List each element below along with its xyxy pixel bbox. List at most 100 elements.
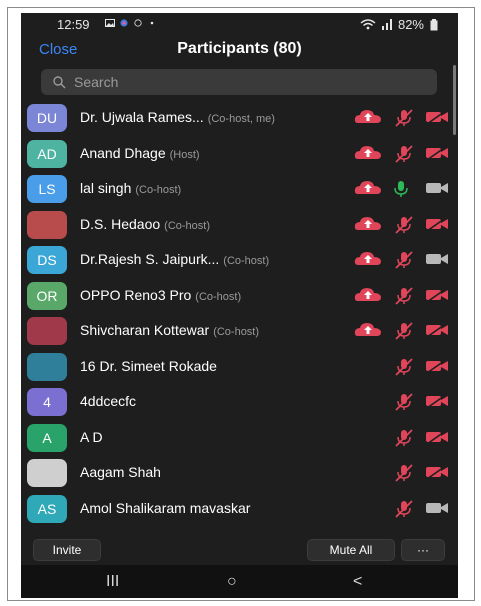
avatar-initials: DU [36,110,58,126]
participant-name-line: lal singh (Co-host) [80,180,181,196]
video-camera-off-icon[interactable] [425,286,449,308]
avatar: 4 [27,388,67,416]
avatar: AD [27,139,67,168]
participant-name: Aagam Shah [80,464,161,480]
participant-name: D.S. Hedaoo [80,215,161,232]
whatsapp-icon [134,19,142,27]
avatar: OR [27,281,67,310]
participant-row[interactable]: DU Dr. Ujwala Rames... (Co-host, me) [21,100,458,136]
video-camera-icon[interactable] [425,180,449,201]
participant-role: (Host) [169,148,200,161]
participant-row[interactable]: OR OPPO Reno3 Pro (Co-host) [21,278,458,314]
participant-role: (Co-host) [135,184,182,196]
gallery-icon [105,19,115,27]
participant-row[interactable]: LS lal singh (Co-host) [21,171,458,207]
microphone-muted-icon[interactable] [393,428,415,452]
participant-row[interactable]: 16 Dr. Simeet Rokade [21,349,458,385]
participant-name-line: 4ddcecfc [80,393,140,409]
microphone-muted-icon[interactable] [393,464,415,487]
signal-icon [381,19,392,30]
participant-name: Dr.Rajesh S. Jaipurk... [80,251,220,267]
avatar: DS [27,246,67,274]
video-camera-off-icon[interactable] [425,357,449,379]
share-screen-icon [354,251,382,272]
participant-name-line: D.S. Hedaoo (Co-host) [80,216,210,232]
participants-header: Close Participants (80) [21,37,458,63]
avatar [27,352,67,381]
microphone-muted-icon[interactable] [393,499,415,523]
invite-button[interactable]: Invite [33,539,101,561]
avatar-initials: A [42,429,52,446]
status-notification-icons [105,19,157,27]
app-notification-icon [120,19,128,27]
participant-row[interactable]: AD Anand Dhage (Host) [21,136,458,172]
recent-apps-button[interactable]: III [106,573,119,591]
share-screen-icon [354,322,382,343]
participant-role: (Co-host) [213,326,260,338]
video-camera-off-icon[interactable] [425,215,449,237]
battery-icon [430,18,438,30]
microphone-muted-icon[interactable] [393,393,415,416]
video-camera-off-icon[interactable] [425,393,449,414]
participant-name-line: OPPO Reno3 Pro (Co-host) [80,287,241,303]
video-camera-icon[interactable] [425,500,449,521]
video-camera-off-icon[interactable] [425,464,449,485]
video-camera-off-icon[interactable] [425,144,449,166]
microphone-muted-icon[interactable] [393,215,415,239]
back-button[interactable]: < [353,573,362,591]
avatar: A [27,423,67,452]
share-screen-icon [354,109,382,130]
battery-percent: 82% [397,17,424,32]
participant-name: Shivcharan Kottewar [80,322,210,338]
participant-role: (Co-host) [223,255,270,267]
search-icon [53,75,66,88]
participant-row[interactable]: Shivcharan Kottewar (Co-host) [21,313,458,349]
video-camera-off-icon[interactable] [425,322,449,343]
microphone-muted-icon[interactable] [393,286,415,310]
page-title: Participants (80) [177,40,302,57]
participant-name: Amol Shalikaram mavaskar [80,499,251,516]
participant-role: (Co-host) [164,219,211,232]
avatar: DU [27,104,67,132]
search-input[interactable] [72,73,416,91]
avatar-initials: 4 [43,394,51,410]
participant-name-line: Amol Shalikaram mavaskar [80,500,254,516]
avatar: LS [27,175,67,203]
participant-row[interactable]: D.S. Hedaoo (Co-host) [21,207,458,243]
share-screen-icon [354,216,382,237]
status-time: 12:59 [57,17,90,32]
participant-name-line: 16 Dr. Simeet Rokade [80,358,221,374]
participant-row[interactable]: Aagam Shah [21,455,458,491]
participant-name-line: Shivcharan Kottewar (Co-host) [80,322,259,338]
share-screen-icon [354,287,382,308]
participant-name-line: Anand Dhage (Host) [80,145,200,161]
microphone-muted-icon[interactable] [393,144,415,168]
microphone-icon[interactable] [393,180,409,203]
participant-name: A D [80,428,103,445]
android-nav-bar: III ○ < [21,565,458,598]
participant-name-line: Aagam Shah [80,464,165,480]
mute-all-button[interactable]: Mute All [307,539,395,561]
avatar-initials: LS [38,181,56,197]
avatar [27,317,67,345]
microphone-muted-icon[interactable] [393,251,415,274]
participant-name: Dr. Ujwala Rames... [80,109,204,125]
video-camera-off-icon[interactable] [425,109,449,130]
avatar-initials: AS [37,500,57,517]
avatar [27,459,67,487]
participant-row[interactable]: 4 4ddcecfc [21,384,458,420]
microphone-muted-icon[interactable] [393,109,415,132]
participant-row[interactable]: DS Dr.Rajesh S. Jaipurk... (Co-host) [21,242,458,278]
video-camera-icon[interactable] [425,251,449,272]
search-bar[interactable] [41,69,437,95]
video-camera-off-icon[interactable] [425,428,449,450]
participant-name-line: Dr.Rajesh S. Jaipurk... (Co-host) [80,251,269,267]
more-options-button[interactable]: ··· [401,539,445,561]
status-bar: 12:59 82% [21,13,458,35]
microphone-muted-icon[interactable] [393,357,415,381]
participant-row[interactable]: AS Amol Shalikaram mavaskar [21,491,458,527]
participant-role: (Co-host) [195,290,242,303]
microphone-muted-icon[interactable] [393,322,415,345]
participant-row[interactable]: AA D [21,420,458,456]
home-button[interactable]: ○ [227,573,237,591]
